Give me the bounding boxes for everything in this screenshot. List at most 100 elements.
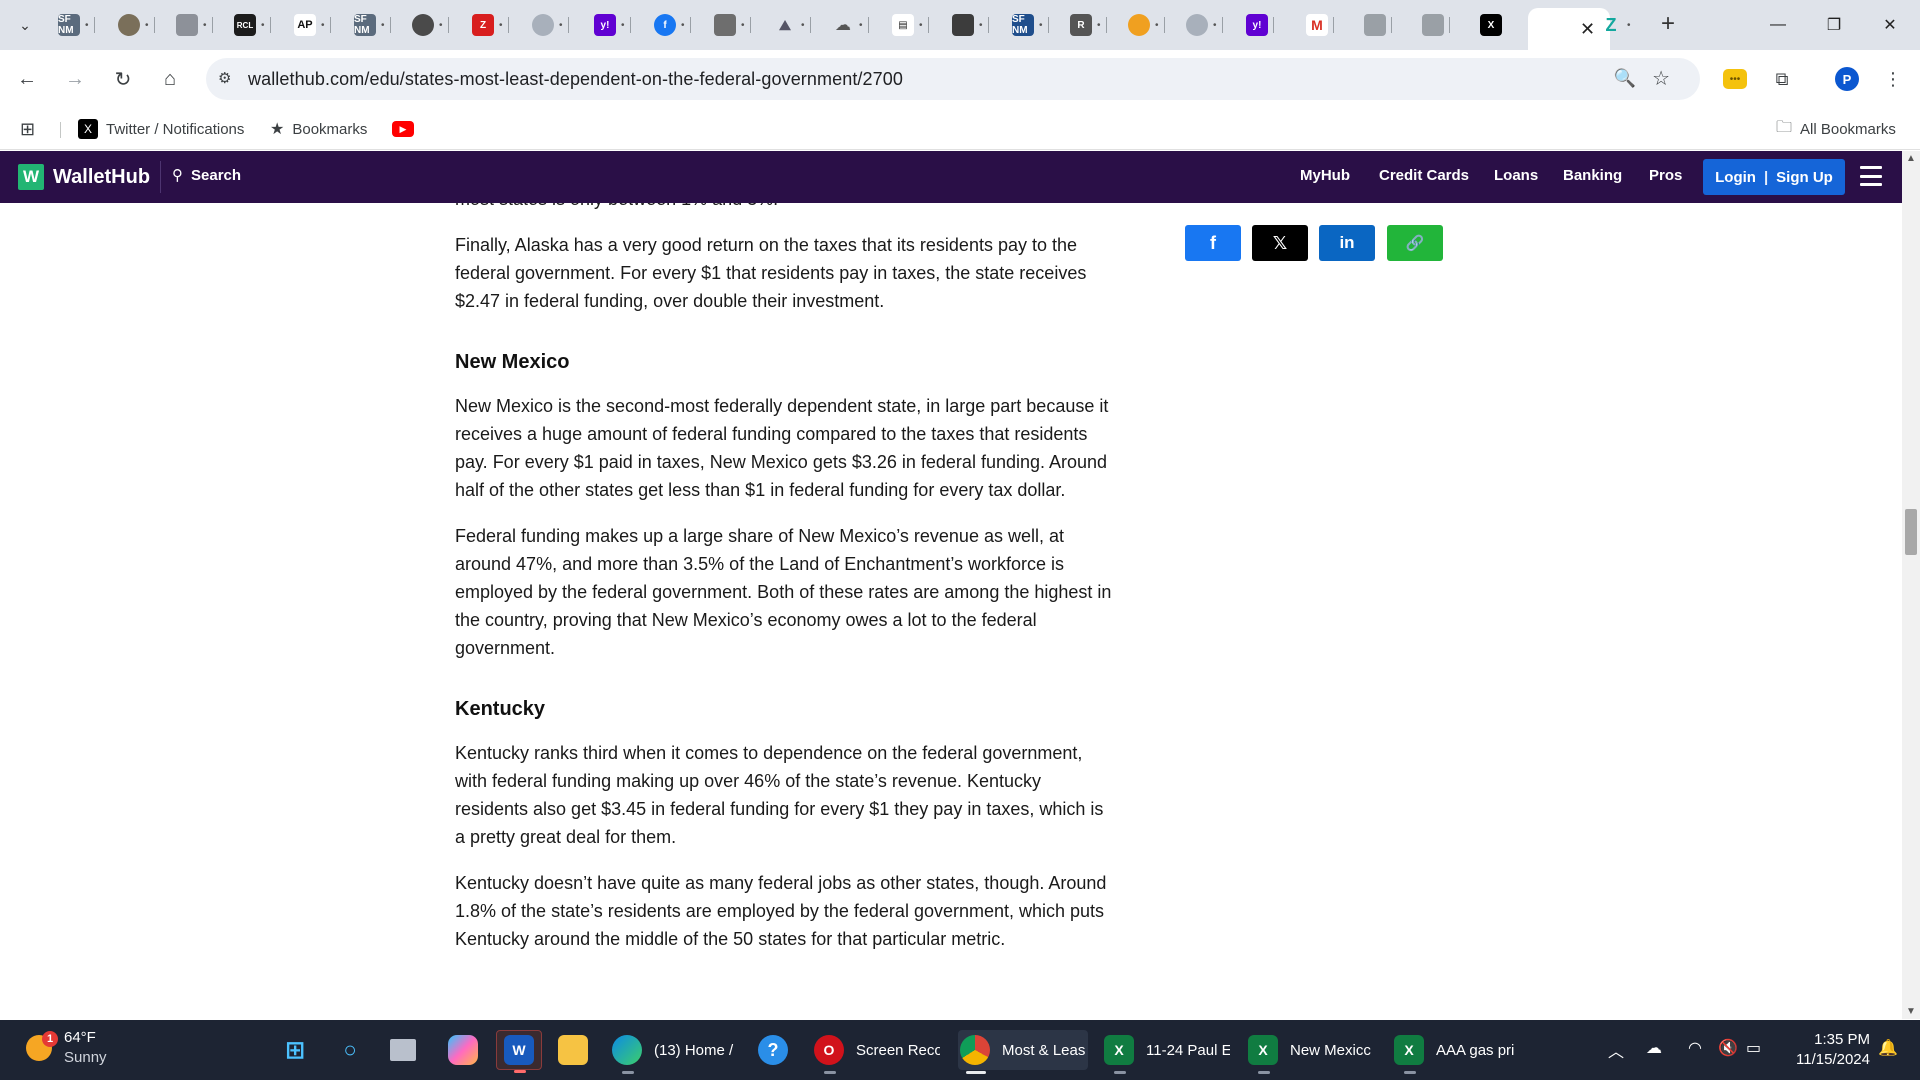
notification-badge: 1 (42, 1031, 58, 1047)
taskbar-edge[interactable]: (13) Home / (612, 1030, 738, 1074)
tab-sfnm-3[interactable]: SF NM • (1012, 8, 1049, 42)
tab-ap[interactable]: AP • (294, 8, 331, 42)
back-button[interactable]: ← (12, 64, 42, 94)
zoom-icon[interactable]: 🔍 (1614, 68, 1636, 89)
weather-widget[interactable]: 1 64°F Sunny (26, 1028, 107, 1068)
tab-yahoo-2[interactable]: y! (1246, 8, 1274, 42)
all-bookmarks[interactable]: 🗀 All Bookmarks (1776, 116, 1896, 142)
scroll-up-arrow-icon[interactable]: ▲ (1906, 153, 1916, 164)
article-paragraph: Kentucky ranks third when it comes to de… (455, 743, 1104, 847)
url-text[interactable]: wallethub.com/edu/states-most-least-depe… (248, 69, 903, 90)
tab-rcl[interactable]: RCL • (234, 8, 271, 42)
tab-r[interactable]: R • (1070, 8, 1107, 42)
taskbar-excel-1[interactable]: X 11-24 Paul E (1104, 1030, 1230, 1074)
tab-doc-2[interactable] (1364, 8, 1392, 42)
close-tab-icon[interactable]: ✕ (1580, 19, 1595, 40)
share-facebook-button[interactable]: f (1185, 225, 1241, 261)
hamburger-menu-icon[interactable] (1860, 166, 1882, 186)
share-x-button[interactable]: 𝕏 (1252, 225, 1308, 261)
taskbar-help[interactable]: ? (758, 1030, 788, 1070)
profile-avatar[interactable]: P (1835, 67, 1859, 91)
bookmark-bookmarks[interactable]: ★ Bookmarks (270, 116, 367, 142)
tab-wallethub-active[interactable]: ✕ (1528, 8, 1610, 50)
volume-muted-icon[interactable]: 🔇 (1718, 1038, 1738, 1058)
tab-doc[interactable]: • (176, 8, 213, 42)
folder-icon: 🗀 (1776, 118, 1793, 136)
bookmark-star-icon[interactable]: ☆ (1652, 66, 1670, 91)
tab-x[interactable]: X (1480, 8, 1502, 42)
wallethub-logo[interactable]: W WalletHub (18, 164, 150, 190)
nav-pros[interactable]: Pros (1649, 167, 1682, 184)
signup-link[interactable]: Sign Up (1776, 169, 1833, 186)
login-link[interactable]: Login (1715, 169, 1756, 186)
earth-icon (1128, 14, 1150, 36)
nav-myhub[interactable]: MyHub (1300, 167, 1350, 184)
weather-desc: Sunny (64, 1049, 107, 1066)
task-view-button[interactable] (390, 1030, 416, 1070)
bookmark-twitter[interactable]: X Twitter / Notifications (78, 116, 244, 142)
tab-photo[interactable]: • (952, 8, 989, 42)
tab-doc-3[interactable] (1422, 8, 1450, 42)
apps-grid-icon[interactable]: ⊞ (20, 116, 35, 142)
system-clock[interactable]: 1:35 PM 11/15/2024 (1780, 1030, 1870, 1070)
battery-icon[interactable]: ▭ (1746, 1038, 1761, 1058)
tab-cloud[interactable]: ☁ • (832, 8, 869, 42)
wifi-icon[interactable]: ◠ (1688, 1038, 1702, 1058)
login-signup-button[interactable]: Login | Sign Up (1703, 159, 1845, 195)
tab-z-2[interactable]: Z • (1600, 8, 1631, 42)
tab-earth[interactable]: • (1128, 8, 1165, 42)
tab-globe[interactable]: • (412, 8, 449, 42)
tab-seal[interactable]: • (118, 8, 155, 42)
scroll-thumb[interactable] (1905, 509, 1917, 555)
page-scrollbar[interactable]: ▲ ▼ (1902, 151, 1920, 1019)
tab-printer[interactable]: ▤ • (892, 8, 929, 42)
extensions-puzzle-icon[interactable]: ⧉ (1767, 64, 1797, 94)
tab-globe-3[interactable]: • (1186, 8, 1223, 42)
taskbar-opera[interactable]: O Screen Reco (814, 1030, 940, 1074)
browser-menu-icon[interactable]: ⋮ (1878, 64, 1908, 94)
notifications-bell-icon[interactable]: 🔔 (1878, 1038, 1898, 1058)
share-linkedin-button[interactable]: in (1319, 225, 1375, 261)
close-window-button[interactable]: ✕ (1862, 0, 1918, 50)
reload-button[interactable]: ↻ (108, 64, 138, 94)
nav-credit-cards[interactable]: Credit Cards (1379, 167, 1469, 184)
mountain-icon: ⛰ (779, 16, 791, 33)
restore-button[interactable]: ❐ (1806, 0, 1862, 50)
star-icon: ★ (270, 121, 285, 138)
taskbar-excel-2[interactable]: X New Mexicc (1248, 1030, 1374, 1074)
scroll-down-arrow-icon[interactable]: ▼ (1906, 1006, 1916, 1017)
site-search-button[interactable]: ⚲ Search (172, 166, 242, 185)
site-info-icon[interactable]: ⚙ (218, 69, 231, 87)
start-button[interactable]: ⊞ (280, 1030, 310, 1070)
copilot-button[interactable] (448, 1030, 478, 1070)
tab-sfnm-2[interactable]: SF NM • (354, 8, 391, 42)
nav-loans[interactable]: Loans (1494, 167, 1538, 184)
site-search-label: Search (191, 166, 242, 184)
taskbar-excel-3[interactable]: X AAA gas pri (1394, 1030, 1520, 1074)
chevron-up-icon[interactable]: ︿ (1608, 1038, 1624, 1062)
tab-facebook[interactable]: f • (654, 8, 691, 42)
taskbar-file-explorer[interactable] (558, 1030, 588, 1070)
taskbar-word[interactable]: W (496, 1030, 542, 1073)
tab-gmail[interactable]: M (1306, 8, 1334, 42)
new-tab-button[interactable]: + (1654, 10, 1682, 38)
home-button[interactable]: ⌂ (155, 64, 185, 94)
minimize-button[interactable]: — (1750, 0, 1806, 50)
bookmark-youtube[interactable]: ▶ (392, 116, 422, 142)
tab-yahoo[interactable]: y! • (594, 8, 631, 42)
extension-icon[interactable]: ••• (1723, 69, 1747, 89)
tab-search-button[interactable]: ⌄ (10, 10, 40, 40)
tab-mountain[interactable]: ⛰ • (774, 8, 811, 42)
copy-link-button[interactable]: 🔗 (1387, 225, 1443, 261)
taskbar-chrome[interactable]: Most & Leas (958, 1030, 1088, 1074)
tab-globe-2[interactable]: • (532, 8, 569, 42)
article-body: most states is only between 1% and 3%. F… (455, 203, 1115, 971)
onedrive-cloud-icon[interactable]: ☁ (1646, 1038, 1662, 1058)
tab-z[interactable]: Z • (472, 8, 509, 42)
taskbar-search-button[interactable]: ○ (335, 1030, 365, 1070)
tab-image[interactable]: • (714, 8, 751, 42)
tab-sfnm[interactable]: SF NM • (58, 8, 95, 42)
nav-banking[interactable]: Banking (1563, 167, 1622, 184)
forward-button[interactable]: → (60, 64, 90, 94)
address-bar[interactable]: ⚙ wallethub.com/edu/states-most-least-de… (206, 58, 1700, 100)
